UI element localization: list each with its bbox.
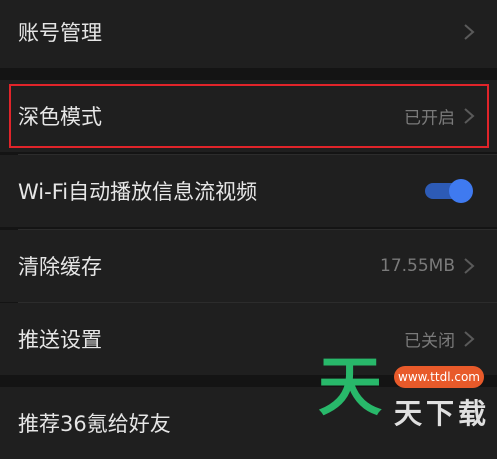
settings-item-label: Wi-Fi自动播放信息流视频	[18, 180, 258, 204]
watermark-site: www.ttdl.com	[394, 366, 484, 388]
settings-item-label: 清除缓存	[18, 255, 102, 279]
chevron-right-icon	[464, 108, 475, 124]
section-gap	[0, 68, 497, 80]
chevron-right-icon	[464, 331, 475, 347]
chevron-right-icon	[464, 24, 475, 40]
chevron-right-icon	[464, 258, 475, 274]
watermark-text: 天下载	[394, 397, 491, 430]
settings-item-dark-mode[interactable]: 深色模式 已开启	[0, 80, 497, 152]
watermark-glyph: 天	[318, 351, 382, 425]
settings-item-account[interactable]: 账号管理	[0, 0, 497, 68]
settings-item-value: 已开启	[404, 108, 455, 129]
settings-screen: 账号管理 深色模式 已开启 Wi-Fi自动播放信息流视频 清除缓存 17.55M…	[0, 0, 497, 459]
toggle-knob	[449, 179, 473, 203]
settings-item-label: 推荐36氪给好友	[18, 412, 171, 436]
wifi-autoplay-toggle[interactable]	[425, 179, 473, 203]
settings-item-value: 17.55MB	[380, 256, 455, 276]
settings-item-label: 账号管理	[18, 21, 102, 45]
settings-item-label: 深色模式	[18, 105, 102, 129]
watermark-logo: 天 www.ttdl.com 天下载	[318, 348, 497, 431]
settings-item-label: 推送设置	[18, 328, 102, 352]
settings-item-clear-cache[interactable]: 清除缓存 17.55MB	[0, 230, 497, 302]
settings-item-wifi-autoplay[interactable]: Wi-Fi自动播放信息流视频	[0, 155, 497, 227]
